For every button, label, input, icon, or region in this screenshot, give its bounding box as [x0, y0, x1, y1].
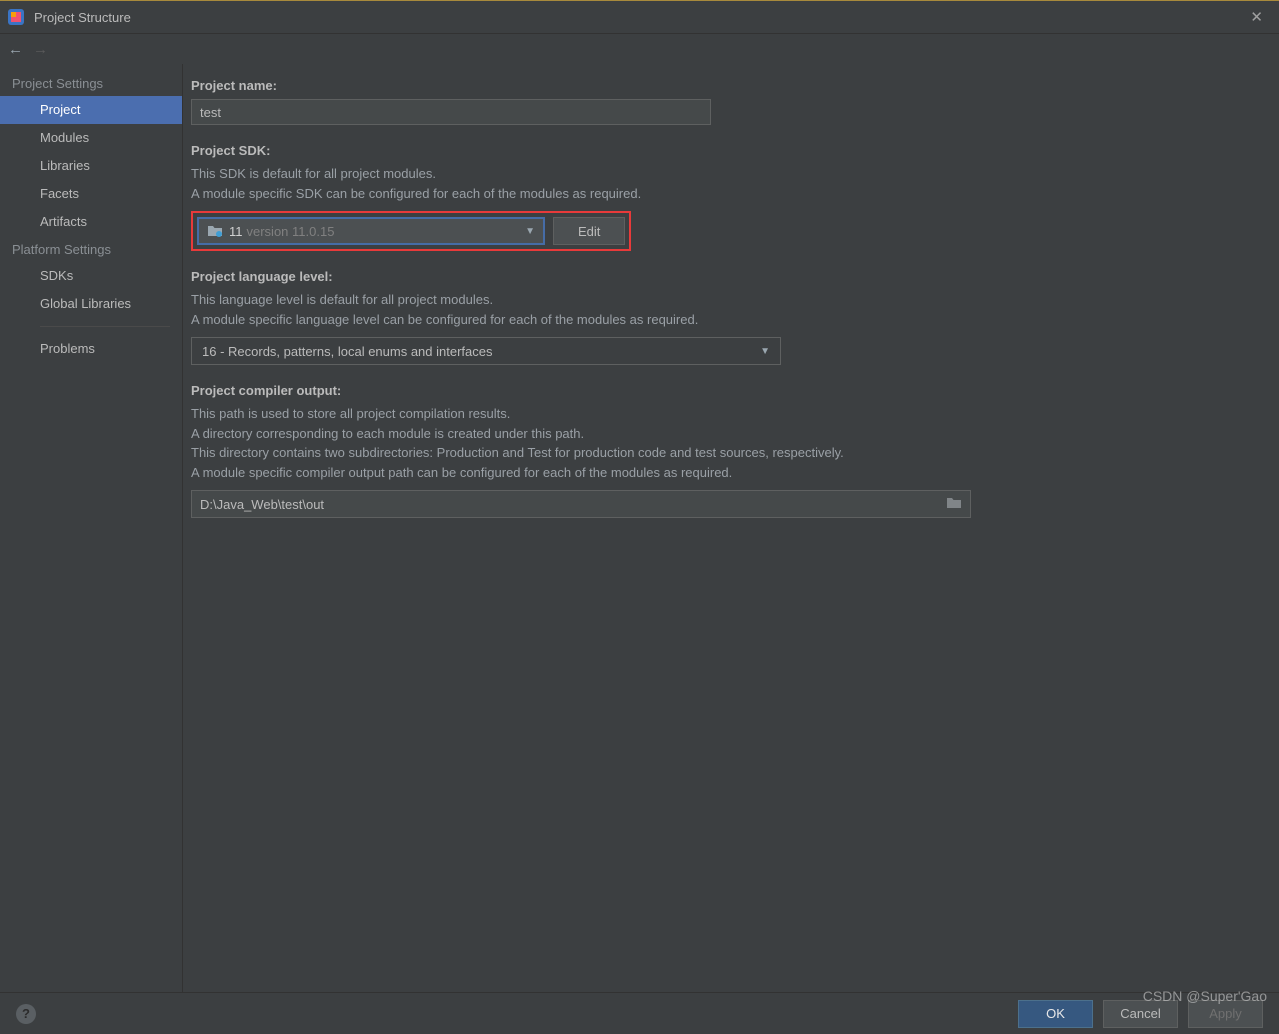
cancel-button[interactable]: Cancel: [1103, 1000, 1178, 1028]
dialog-footer: ? OK Cancel Apply: [0, 992, 1279, 1034]
project-name-section: Project name:: [191, 78, 1259, 125]
sidebar-heading-project-settings: Project Settings: [0, 70, 182, 96]
browse-folder-icon[interactable]: [946, 496, 962, 513]
folder-icon: [207, 224, 223, 238]
sdk-name-text: 11: [229, 224, 243, 239]
sidebar-item-label: Artifacts: [40, 214, 87, 229]
project-name-label: Project name:: [191, 78, 1259, 93]
sdk-highlight-annotation: 11 version 11.0.15 ▼ Edit: [191, 211, 631, 251]
sidebar-heading-platform-settings: Platform Settings: [0, 236, 182, 262]
chevron-down-icon: ▼: [760, 346, 770, 357]
sdk-version-text: version 11.0.15: [247, 224, 335, 239]
sidebar-item-project[interactable]: Project: [0, 96, 182, 124]
sidebar-item-label: Modules: [40, 130, 89, 145]
project-sdk-desc2: A module specific SDK can be configured …: [191, 184, 1259, 204]
sidebar-item-label: Facets: [40, 186, 79, 201]
nav-back-icon[interactable]: ←: [8, 41, 23, 58]
close-icon[interactable]: ✕: [1242, 4, 1271, 30]
ok-button[interactable]: OK: [1018, 1000, 1093, 1028]
compiler-output-desc4: A module specific compiler output path c…: [191, 463, 1259, 483]
compiler-output-desc3: This directory contains two subdirectori…: [191, 443, 1259, 463]
nav-toolbar: ← →: [0, 34, 1279, 64]
sidebar-item-artifacts[interactable]: Artifacts: [0, 208, 182, 236]
compiler-output-field: [191, 490, 971, 518]
project-name-input[interactable]: [191, 99, 711, 125]
sidebar-item-problems[interactable]: Problems: [0, 335, 182, 363]
language-level-label: Project language level:: [191, 269, 1259, 284]
language-level-desc1: This language level is default for all p…: [191, 290, 1259, 310]
sidebar-item-label: SDKs: [40, 268, 73, 283]
project-sdk-label: Project SDK:: [191, 143, 1259, 158]
app-icon: [8, 9, 24, 25]
sidebar-item-facets[interactable]: Facets: [0, 180, 182, 208]
compiler-output-section: Project compiler output: This path is us…: [191, 383, 1259, 518]
project-sdk-section: Project SDK: This SDK is default for all…: [191, 143, 1259, 251]
sidebar-item-label: Libraries: [40, 158, 90, 173]
window-title: Project Structure: [34, 10, 131, 25]
compiler-output-label: Project compiler output:: [191, 383, 1259, 398]
sidebar-item-modules[interactable]: Modules: [0, 124, 182, 152]
compiler-output-input[interactable]: [200, 497, 946, 512]
language-level-section: Project language level: This language le…: [191, 269, 1259, 365]
project-sdk-desc1: This SDK is default for all project modu…: [191, 164, 1259, 184]
sidebar-item-sdks[interactable]: SDKs: [0, 262, 182, 290]
help-icon[interactable]: ?: [16, 1004, 36, 1024]
language-level-dropdown[interactable]: 16 - Records, patterns, local enums and …: [191, 337, 781, 365]
sidebar: Project Settings Project Modules Librari…: [0, 64, 183, 992]
sdk-edit-button[interactable]: Edit: [553, 217, 625, 245]
chevron-down-icon: ▼: [525, 226, 535, 237]
language-level-desc2: A module specific language level can be …: [191, 310, 1259, 330]
nav-forward-icon[interactable]: →: [33, 41, 48, 58]
compiler-output-desc1: This path is used to store all project c…: [191, 404, 1259, 424]
sidebar-item-libraries[interactable]: Libraries: [0, 152, 182, 180]
apply-button[interactable]: Apply: [1188, 1000, 1263, 1028]
sidebar-item-global-libraries[interactable]: Global Libraries: [0, 290, 182, 318]
sidebar-item-label: Problems: [40, 341, 95, 356]
sidebar-item-label: Global Libraries: [40, 296, 131, 311]
content-pane: Project name: Project SDK: This SDK is d…: [183, 64, 1279, 992]
project-sdk-dropdown[interactable]: 11 version 11.0.15 ▼: [197, 217, 545, 245]
titlebar: Project Structure ✕: [0, 0, 1279, 34]
language-level-selected: 16 - Records, patterns, local enums and …: [202, 344, 492, 359]
sidebar-separator: [40, 326, 170, 327]
sidebar-item-label: Project: [40, 102, 80, 117]
compiler-output-desc2: A directory corresponding to each module…: [191, 424, 1259, 444]
